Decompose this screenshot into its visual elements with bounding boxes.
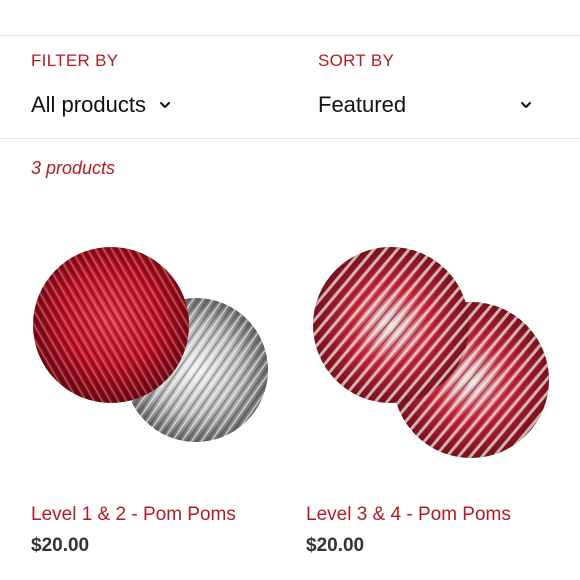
sort-by-select[interactable]: Featured <box>318 92 533 118</box>
filter-divider <box>0 138 580 139</box>
product-price: $20.00 <box>306 535 365 556</box>
product-price: $20.00 <box>31 535 90 556</box>
filter-by-label: FILTER BY <box>31 51 119 70</box>
product-image-red-silver-pom-poms[interactable] <box>31 230 281 480</box>
product-card[interactable]: Level 3 & 4 - Pom Poms $20.00 <box>306 230 556 556</box>
sort-by-label: SORT BY <box>318 51 395 70</box>
product-count: 3 products <box>31 158 116 178</box>
sort-by-group: SORT BY Featured <box>318 50 533 118</box>
filter-by-select[interactable]: All products <box>31 92 172 118</box>
filter-by-group: FILTER BY All products <box>31 50 172 118</box>
header-divider <box>0 35 580 36</box>
sort-by-value: Featured <box>318 92 407 117</box>
filter-by-value: All products <box>31 92 146 117</box>
product-image-red-silver-mixed-pom-poms[interactable] <box>306 230 556 480</box>
product-card[interactable]: Level 1 & 2 - Pom Poms $20.00 <box>31 230 281 556</box>
chevron-down-icon <box>159 102 170 108</box>
product-title[interactable]: Level 1 & 2 - Pom Poms <box>31 504 236 526</box>
product-title[interactable]: Level 3 & 4 - Pom Poms <box>306 504 511 526</box>
chevron-down-icon <box>521 102 531 108</box>
